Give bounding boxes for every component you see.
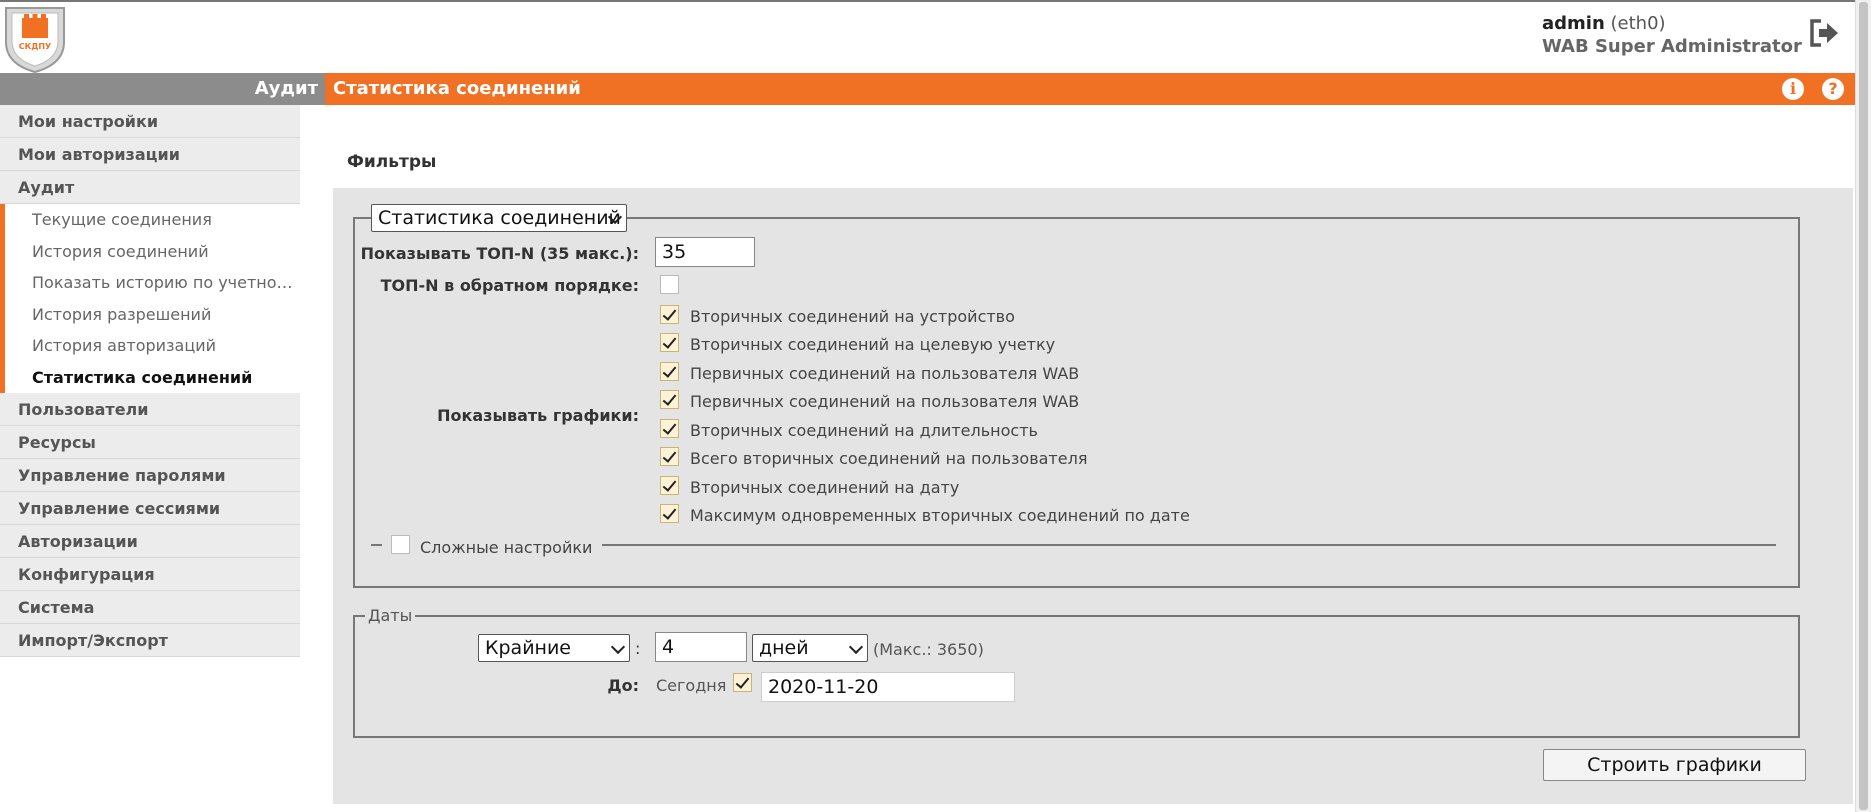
chart-option-label: Вторичных соединений на устройство	[690, 307, 1015, 326]
advanced-settings-checkbox[interactable]	[391, 535, 410, 554]
sidebar-subitem-authorization-history[interactable]: История авторизаций	[5, 330, 300, 362]
section-breadcrumb: Аудит	[0, 73, 325, 105]
scrollbar-thumb[interactable]	[1859, 2, 1868, 810]
chart-option-label: Вторичных соединений на целевую учетку	[690, 335, 1056, 354]
today-checkbox[interactable]	[733, 673, 752, 692]
topn-input[interactable]: 35	[655, 237, 755, 267]
chevron-down-icon	[610, 639, 626, 655]
period-unit-select[interactable]: дней	[752, 634, 868, 662]
header: СКДПУ admin (eth0) WAB Super Administrat…	[0, 0, 1855, 74]
chart-option-label: Максимум одновременных вторичных соедине…	[690, 506, 1190, 525]
sidebar-item-resources[interactable]: Ресурсы	[0, 426, 300, 459]
reverse-order-label: ТОП-N в обратном порядке:	[380, 276, 639, 295]
period-value-input[interactable]: 4	[655, 632, 747, 662]
topn-label: Показывать ТОП-N (35 макс.):	[360, 244, 639, 263]
sidebar-item-my-settings[interactable]: Мои настройки	[0, 105, 300, 138]
chart-option-label: Первичных соединений на пользователя WAB	[690, 392, 1080, 411]
user-name: admin	[1542, 13, 1605, 34]
chart-checkbox-2[interactable]	[660, 333, 679, 352]
audit-submenu: Текущие соединения История соединений По…	[0, 204, 300, 393]
sidebar-subitem-connection-statistics[interactable]: Статистика соединений	[5, 362, 300, 394]
filters-heading: Фильтры	[347, 152, 437, 172]
advanced-settings-label[interactable]: Сложные настройки	[420, 538, 592, 557]
sidebar-item-configuration[interactable]: Конфигурация	[0, 558, 300, 591]
max-days-note: (Макс.: 3650)	[873, 640, 984, 659]
sidebar-item-audit[interactable]: Аудит	[0, 171, 300, 204]
help-icon[interactable]: ?	[1822, 78, 1844, 100]
reverse-order-checkbox[interactable]	[660, 275, 679, 294]
chart-option-label: Вторичных соединений на дату	[690, 478, 960, 497]
logo-text: СКДПУ	[19, 42, 51, 51]
period-unit-value: дней	[759, 637, 809, 659]
statistics-type-value: Статистика соединений	[378, 207, 621, 229]
chart-option-label: Первичных соединений на пользователя WAB	[690, 364, 1080, 383]
period-select-value: Крайние	[485, 637, 572, 659]
sidebar-subitem-account-history[interactable]: Показать историю по учетной ...	[5, 267, 300, 299]
to-date-label: До:	[607, 676, 639, 695]
user-interface: (eth0)	[1610, 13, 1666, 34]
logout-icon[interactable]	[1807, 16, 1841, 50]
today-label: Сегодня	[656, 676, 727, 695]
statistics-type-select[interactable]: Статистика соединений	[371, 204, 627, 232]
advanced-divider-right	[602, 544, 1776, 546]
dates-legend: Даты	[365, 606, 416, 625]
chart-option-label: Всего вторичных соединений на пользовате…	[690, 449, 1088, 468]
sidebar-item-system[interactable]: Система	[0, 591, 300, 624]
period-select[interactable]: Крайние	[478, 634, 630, 662]
logo-icon: СКДПУ	[5, 7, 65, 74]
sidebar-item-users[interactable]: Пользователи	[0, 393, 300, 426]
sidebar-item-authorizations[interactable]: Авторизации	[0, 525, 300, 558]
chart-checkbox-1[interactable]	[660, 305, 679, 324]
advanced-divider-left	[371, 544, 382, 546]
sidebar-subitem-permission-history[interactable]: История разрешений	[5, 299, 300, 331]
sidebar-item-import-export[interactable]: Импорт/Экспорт	[0, 624, 300, 657]
sidebar-subitem-current-connections[interactable]: Текущие соединения	[5, 204, 300, 236]
chart-checkbox-8[interactable]	[660, 504, 679, 523]
period-colon: :	[635, 639, 641, 658]
sidebar-item-my-authorizations[interactable]: Мои авторизации	[0, 138, 300, 171]
to-date-input[interactable]: 2020-11-20	[761, 672, 1015, 702]
vertical-scrollbar[interactable]	[1855, 0, 1871, 812]
build-charts-button[interactable]: Строить графики	[1543, 749, 1806, 781]
chart-option-label: Вторичных соединений на длительность	[690, 421, 1038, 440]
sidebar-item-session-management[interactable]: Управление сессиями	[0, 492, 300, 525]
sidebar-subitem-connection-history[interactable]: История соединений	[5, 236, 300, 268]
chevron-down-icon	[848, 639, 864, 655]
title-bar: Аудит Статистика соединений i ?	[0, 73, 1855, 105]
chart-checkbox-7[interactable]	[660, 476, 679, 495]
sidebar: Мои настройки Мои авторизации Аудит Теку…	[0, 105, 300, 657]
filters-panel: Статистика соединений Показывать ТОП-N (…	[333, 188, 1853, 804]
info-icon[interactable]: i	[1782, 78, 1804, 100]
chart-checkbox-6[interactable]	[660, 447, 679, 466]
sidebar-item-password-management[interactable]: Управление паролями	[0, 459, 300, 492]
show-charts-label: Показывать графики:	[437, 406, 639, 425]
chart-checkbox-3[interactable]	[660, 362, 679, 381]
user-info: admin (eth0) WAB Super Administrator	[1542, 12, 1802, 58]
user-role: WAB Super Administrator	[1542, 36, 1802, 57]
chart-checkbox-5[interactable]	[660, 419, 679, 438]
page-title: Статистика соединений	[333, 78, 581, 99]
chart-checkbox-4[interactable]	[660, 390, 679, 409]
